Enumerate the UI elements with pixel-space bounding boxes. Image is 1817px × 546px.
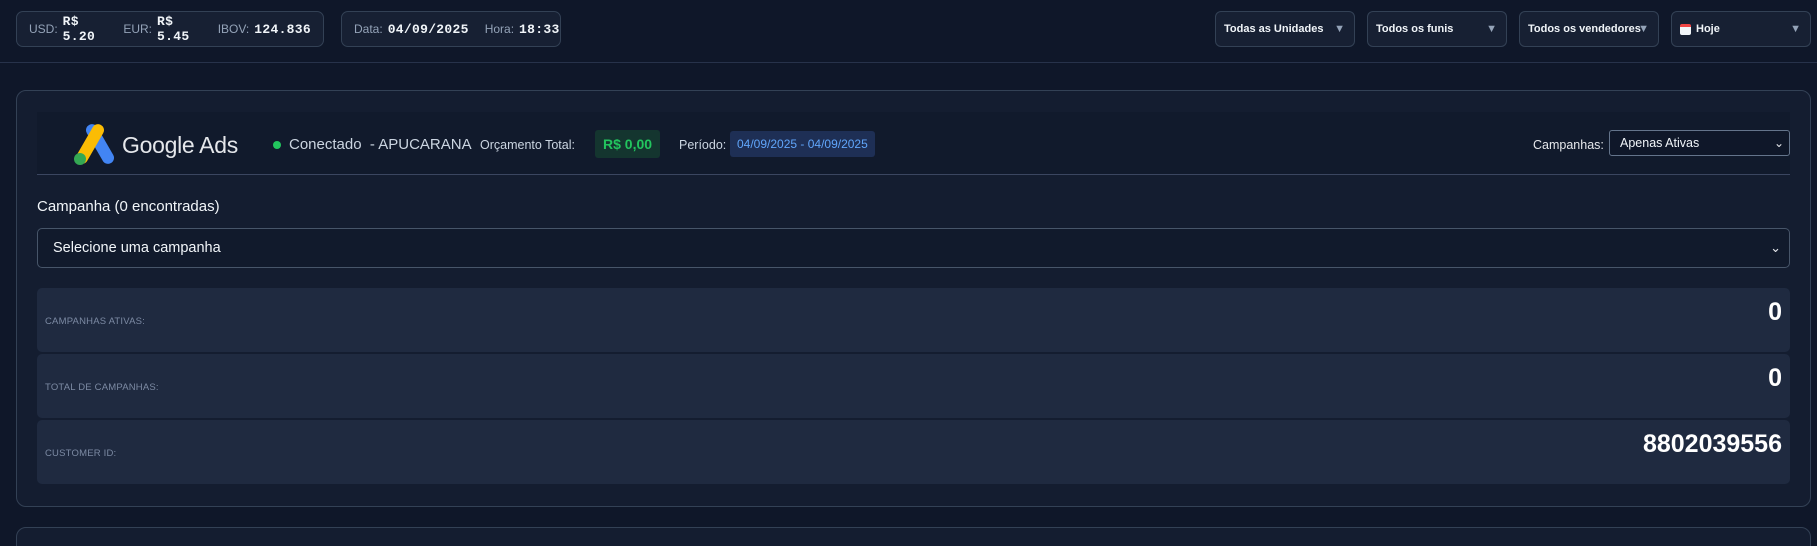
ibov-label: IBOV: [217,22,250,36]
usd-label: USD: [29,22,58,36]
connection-status-dot-icon [273,141,281,149]
date-time-display: Data: 04/09/2025 Hora: 18:33 [341,11,561,47]
time-label: Hora: [484,22,515,36]
period-value: 04/09/2025 - 04/09/2025 [730,131,875,157]
date-value: 04/09/2025 [387,21,469,37]
google-ads-card: Google Ads Conectado - APUCARANA Orçamen… [16,90,1811,507]
metric-customer-id: CUSTOMER ID: 8802039556 [37,420,1790,484]
metric-label: CUSTOMER ID: [45,448,117,459]
usd-value: R$ 5.20 [62,14,96,44]
campaign-section-title: Campanha (0 encontradas) [37,198,220,215]
campaign-select[interactable]: Selecione uma campanha ⌄ [37,228,1790,268]
eur-label: EUR: [123,22,153,36]
metric-value: 8802039556 [1642,430,1782,458]
units-filter-label: Todas as Unidades [1224,23,1324,35]
sellers-filter-label: Todos os vendedores [1528,23,1641,35]
chevron-down-icon: ⌄ [1773,136,1784,150]
sellers-filter-dropdown[interactable]: Todos os vendedores ▼ [1519,11,1659,47]
market-ticker: USD: R$ 5.20 EUR: R$ 5.45 IBOV: 124.836 [16,11,324,47]
caret-down-icon: ▼ [1638,23,1649,35]
period-filter-label: Hoje [1696,23,1720,35]
metric-label: CAMPANHAS ATIVAS: [45,316,146,327]
caret-down-icon: ▼ [1334,23,1345,35]
calendar-icon [1680,23,1691,35]
campaigns-filter-value: Apenas Ativas [1620,136,1700,150]
chevron-down-icon: ⌄ [1770,240,1781,255]
campaign-select-value: Selecione uma campanha [53,240,221,256]
funnels-filter-dropdown[interactable]: Todos os funis ▼ [1367,11,1507,47]
period-filter-dropdown[interactable]: Hoje ▼ [1671,11,1811,47]
units-filter-dropdown[interactable]: Todas as Unidades ▼ [1215,11,1355,47]
caret-down-icon: ▼ [1486,23,1497,35]
google-ads-brand: Google Ads [122,132,238,158]
metric-value: 0 [1768,364,1782,392]
top-bar: USD: R$ 5.20 EUR: R$ 5.45 IBOV: 124.836 … [0,0,1817,63]
time-value: 18:33 [519,21,560,37]
campaigns-filter-select[interactable]: Apenas Ativas ⌄ [1609,130,1790,156]
date-label: Data: [354,22,383,36]
funnels-filter-label: Todos os funis [1376,23,1454,35]
metric-total-campaigns: TOTAL DE CAMPANHAS: 0 [37,354,1790,418]
next-card [16,527,1811,546]
metric-active-campaigns: CAMPANHAS ATIVAS: 0 [37,288,1790,352]
total-budget-value: R$ 0,00 [595,130,661,158]
campaigns-filter-label: Campanhas: [1533,138,1604,152]
period-label: Período: [679,138,727,152]
caret-down-icon: ▼ [1790,23,1801,35]
metric-value: 0 [1768,298,1782,326]
connection-status: Conectado - APUCARANA [289,136,472,153]
metric-label: TOTAL DE CAMPANHAS: [45,382,159,393]
google-ads-logo-icon [74,124,114,165]
google-ads-header: Google Ads Conectado - APUCARANA Orçamen… [37,112,1790,175]
ibov-value: 124.836 [254,21,311,37]
eur-value: R$ 5.45 [157,14,190,44]
total-budget-label: Orçamento Total: [480,138,575,152]
